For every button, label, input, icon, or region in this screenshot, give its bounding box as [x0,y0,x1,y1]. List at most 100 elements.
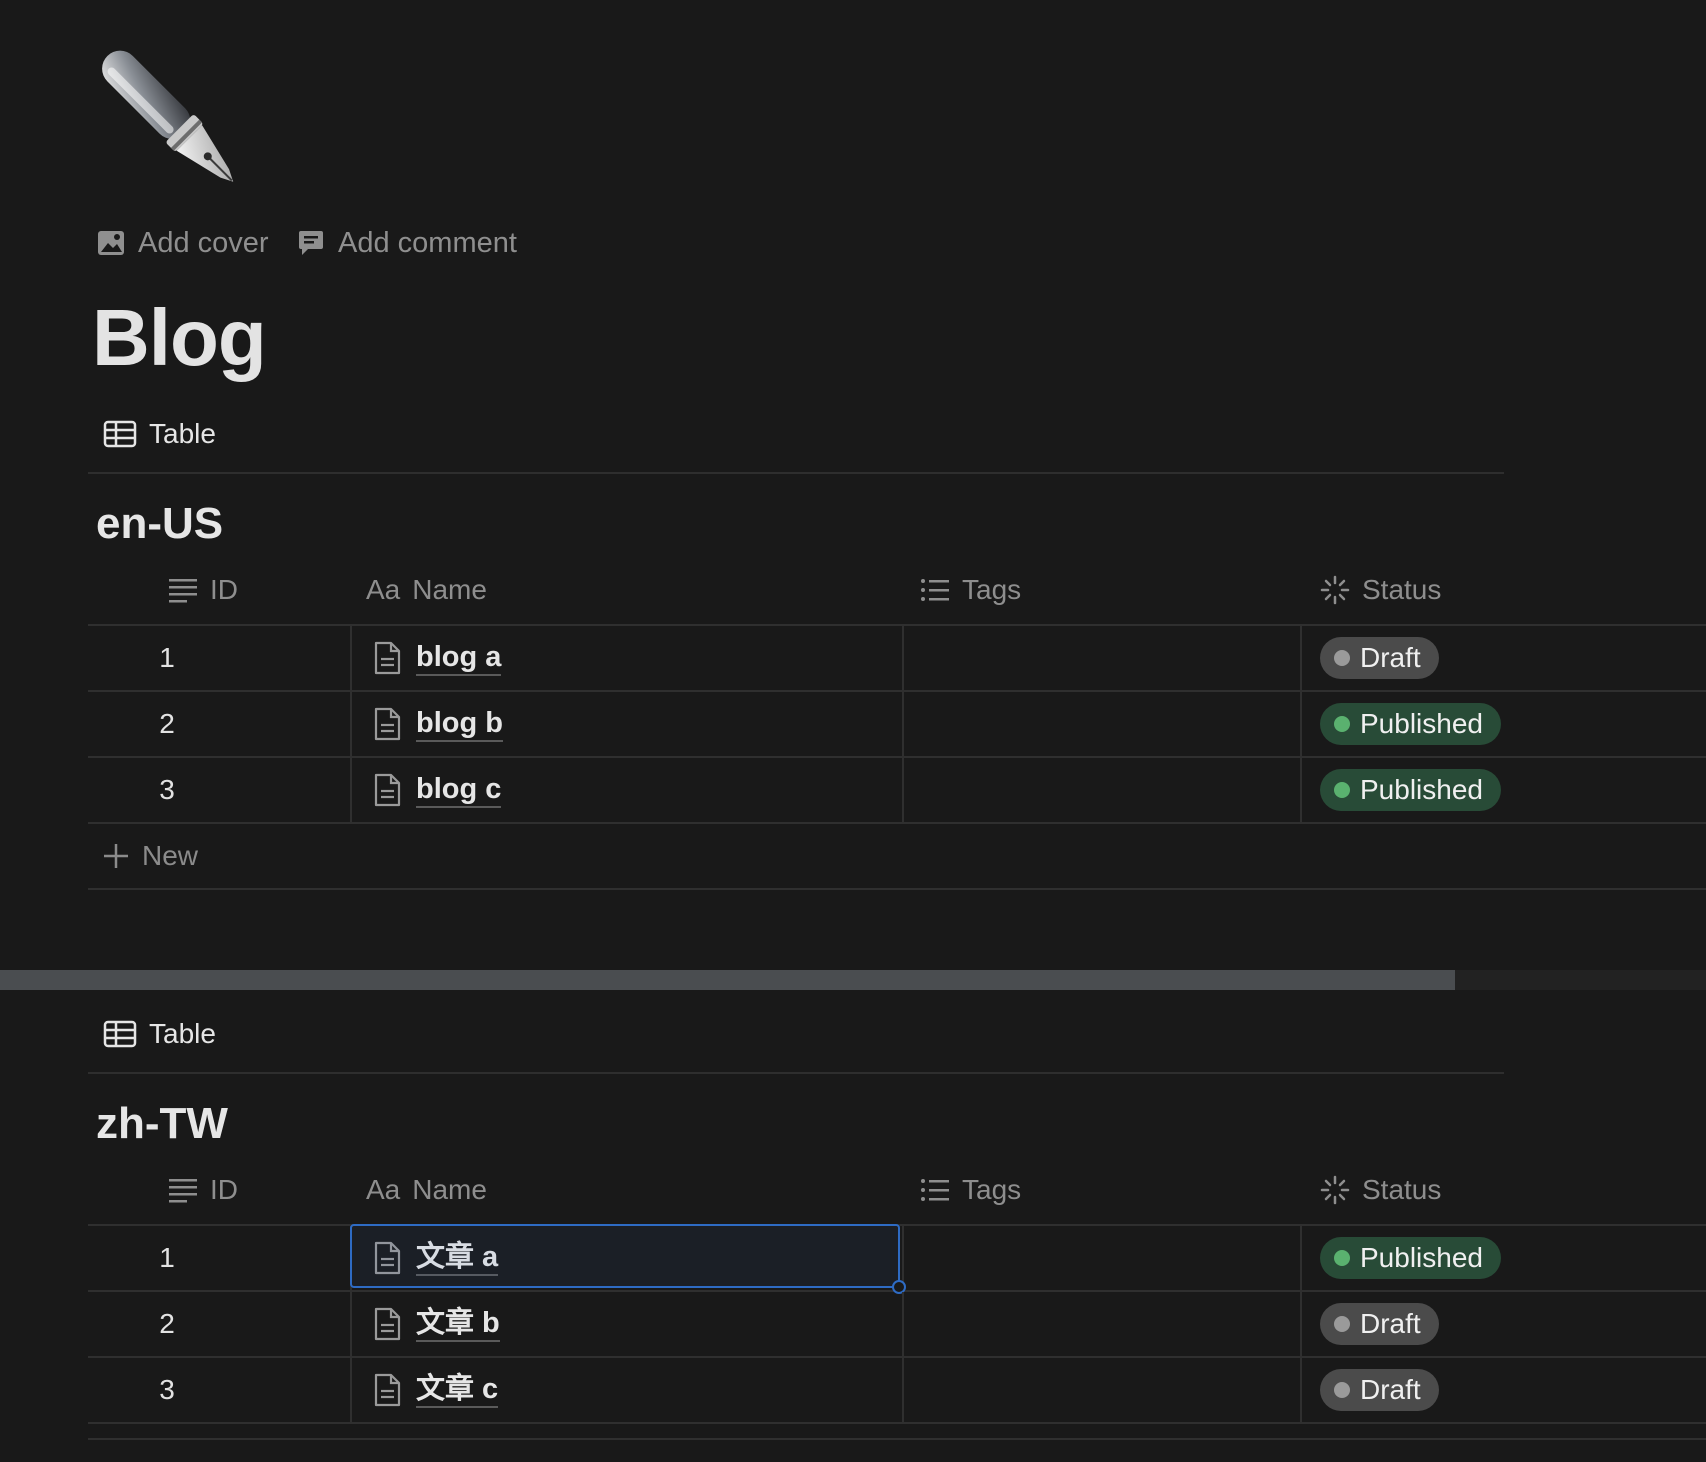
status-badge[interactable]: Draft [1320,637,1439,679]
table-header: ID Aa Name Tags Status [88,556,1706,626]
page-icon [374,773,401,807]
id-value: 1 [159,1242,175,1273]
table-row: 2 blog b Published [88,692,1706,758]
status-icon [1320,575,1350,605]
id-cell[interactable]: 2 [88,692,350,756]
column-header-id[interactable]: ID [168,1156,238,1224]
status-cell[interactable]: Draft [1302,1292,1706,1356]
tags-cell[interactable] [902,758,1302,822]
name-cell[interactable]: 文章 a [350,1226,904,1290]
name-cell[interactable]: blog a [350,626,904,690]
name-cell[interactable]: blog b [350,692,904,756]
table-row: 1 blog a Draft [88,626,1706,692]
scrollbar-thumb[interactable] [0,970,1455,990]
image-icon [98,231,124,255]
view-tab-label: Table [149,418,216,449]
page-link[interactable]: blog a [372,640,502,676]
status-badge[interactable]: Draft [1320,1303,1439,1345]
page-title[interactable]: Blog [92,290,267,386]
status-badge[interactable]: Draft [1320,1369,1439,1411]
status-label: Draft [1360,642,1421,673]
column-header-label: Tags [962,574,1022,605]
tags-cell[interactable] [902,1226,1302,1290]
database-title[interactable]: zh-TW [96,1096,228,1152]
column-header-status[interactable]: Status [1320,1156,1441,1224]
database-title[interactable]: en-US [96,496,223,552]
table-icon [103,420,137,448]
horizontal-scrollbar[interactable] [0,970,1706,990]
page-icon [374,707,401,741]
column-header-tags[interactable]: Tags [920,1156,1021,1224]
page-icon [374,1373,401,1407]
add-cover-button[interactable]: Add cover [96,222,269,264]
view-tab-label: Table [149,1018,216,1049]
page-name: blog a [416,640,502,676]
status-badge[interactable]: Published [1320,769,1501,811]
status-badge[interactable]: Published [1320,703,1501,745]
status-label: Draft [1360,1374,1421,1405]
table-row: 1 文章 a Published [88,1224,1706,1294]
status-cell[interactable]: Published [1302,692,1706,756]
id-value: 2 [159,1308,175,1339]
name-cell[interactable]: 文章 c [350,1358,904,1422]
tags-cell[interactable] [902,692,1302,756]
status-cell[interactable]: Published [1302,758,1706,822]
status-icon [1320,1175,1350,1205]
page-icon [374,641,401,675]
id-cell[interactable]: 3 [88,758,350,822]
tags-cell[interactable] [902,1292,1302,1356]
status-dot [1334,716,1350,732]
column-header-tags[interactable]: Tags [920,556,1021,624]
view-tab-table[interactable]: Table [103,414,216,454]
page-name: 文章 b [416,1306,500,1342]
id-cell[interactable]: 1 [88,1226,350,1290]
table-row: 2 文章 b Draft [88,1292,1706,1358]
column-header-label: Tags [962,1174,1022,1205]
database-table: ID Aa Name Tags Status [88,1156,1706,1424]
page-link[interactable]: 文章 a [372,1240,499,1276]
add-comment-button[interactable]: Add comment [296,222,517,264]
page-link[interactable]: 文章 b [372,1306,500,1342]
list-icon [921,1179,949,1201]
status-label: Published [1360,774,1483,805]
fountain-pen-icon[interactable] [86,36,256,206]
page-name: 文章 c [416,1372,499,1408]
status-cell[interactable]: Published [1302,1226,1706,1290]
column-header-status[interactable]: Status [1320,556,1441,624]
column-header-label: Name [412,1174,487,1205]
list-icon [921,579,949,601]
text-lines-icon [169,579,197,603]
name-cell[interactable]: blog c [350,758,904,822]
status-label: Draft [1360,1308,1421,1339]
view-tab-table[interactable]: Table [103,1014,216,1054]
tags-cell[interactable] [902,626,1302,690]
id-cell[interactable]: 1 [88,626,350,690]
id-value: 2 [159,708,175,739]
column-header-label: Name [412,574,487,605]
column-header-label: Status [1362,574,1442,605]
id-cell[interactable]: 2 [88,1292,350,1356]
page-link[interactable]: blog b [372,706,503,742]
column-header-label: Status [1362,1174,1442,1205]
tags-cell[interactable] [902,1358,1302,1422]
column-header-name[interactable]: Aa Name [366,1156,487,1224]
page-link[interactable]: blog c [372,772,502,808]
status-dot [1334,1316,1350,1332]
column-header-label: ID [210,574,238,605]
database-table: ID Aa Name Tags Status [88,556,1706,890]
status-cell[interactable]: Draft [1302,1358,1706,1422]
column-header-name[interactable]: Aa Name [366,556,487,624]
id-cell[interactable]: 3 [88,1358,350,1422]
name-cell[interactable]: 文章 b [350,1292,904,1356]
add-comment-label: Add comment [338,226,517,259]
table-row: 3 blog c Published [88,758,1706,824]
status-badge[interactable]: Published [1320,1237,1501,1279]
status-cell[interactable]: Draft [1302,626,1706,690]
column-header-id[interactable]: ID [168,556,238,624]
table-row: 3 文章 c Draft [88,1358,1706,1424]
status-dot [1334,782,1350,798]
new-row-button[interactable]: New [88,824,1706,890]
page-icon [374,1307,401,1341]
text-type-icon: Aa [366,1174,401,1205]
page-link[interactable]: 文章 c [372,1372,499,1408]
